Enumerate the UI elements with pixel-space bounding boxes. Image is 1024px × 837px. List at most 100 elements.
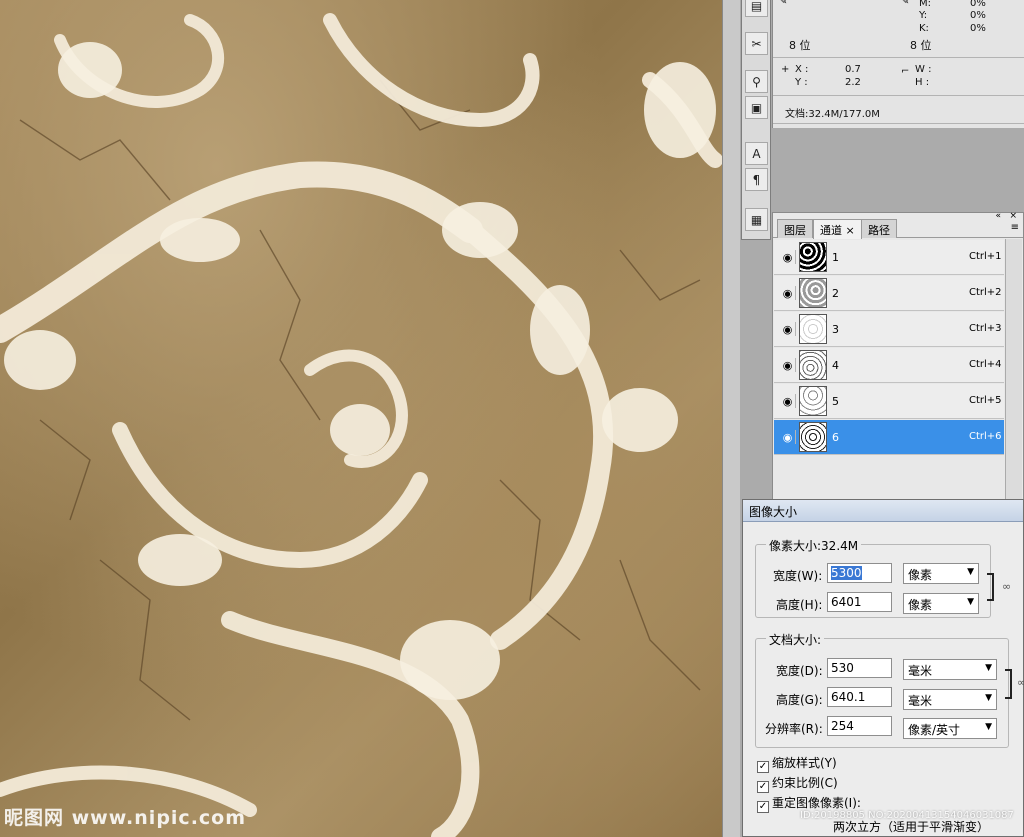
navigator-icon[interactable]: ▤ [745,0,768,17]
selection-size-icon: ⌐ [901,66,910,77]
eye-icon[interactable]: ◉ [780,322,796,336]
channel-shortcut: Ctrl+6 [969,431,1002,442]
crosshair-icon: + [781,64,790,75]
resolution-label: 分辨率(R): [765,722,823,736]
channel-name: 4 [832,359,839,372]
panel-tabs: 图层 通道 × 路径 ≡ [773,219,1023,239]
doc-width-unit-select[interactable]: 毫米 ▼ [903,659,997,680]
tab-paths[interactable]: 路径 [861,219,897,238]
channel-name: 6 [832,431,839,444]
chevron-down-icon: ▼ [985,663,992,673]
m-value: 0% [970,0,986,9]
damask-artwork [0,13,722,837]
canvas-scroll-gutter[interactable] [722,0,740,837]
doc-size-label: 文档大小: [766,631,825,648]
doc-height-input[interactable]: 640.1 [827,687,892,707]
channel-thumbnail [799,386,827,416]
document-canvas[interactable] [0,0,722,837]
y-value: 0% [970,10,986,21]
channel-row[interactable]: ◉ 1 Ctrl+1 [774,240,1004,275]
actions-icon[interactable]: ▣ [745,96,768,119]
channels-scrollbar[interactable] [1005,239,1022,501]
checkmark-icon[interactable]: ✓ [757,781,769,793]
tab-layers[interactable]: 图层 [777,219,813,238]
chevron-down-icon: ▼ [967,567,974,577]
channel-name: 2 [832,287,839,300]
constrain-bracket [1005,669,1012,699]
doc-width-input[interactable]: 530 [827,658,892,678]
eyedropper-icon: ✎ [901,0,910,7]
channel-shortcut: Ctrl+2 [969,287,1002,298]
doc-height-label: 高度(G): [776,693,823,707]
channel-name: 3 [832,323,839,336]
close-tab-icon[interactable]: × [846,224,855,237]
channel-name: 1 [832,251,839,264]
y-coord-label: Y : [795,77,808,88]
tab-channels[interactable]: 通道 × [813,219,862,239]
channel-thumbnail [799,278,827,308]
x-value: 0.7 [845,64,861,75]
dialog-title[interactable]: 图像大小 [743,500,1023,522]
height-unit-select[interactable]: 像素 ▼ [903,593,979,614]
scale-styles-checkbox[interactable]: ✓ 缩放样式(Y) [757,754,837,773]
resolution-input[interactable]: 254 [827,716,892,736]
eye-icon[interactable]: ◉ [780,358,796,372]
layer-comps-icon[interactable]: ▦ [745,208,768,231]
channel-shortcut: Ctrl+4 [969,359,1002,370]
brush-icon[interactable]: ✂ [745,32,768,55]
height-input[interactable]: 6401 [827,592,892,612]
watermark-logo: 昵图网 www.nipic.com [4,807,247,829]
bit-depth-right: 8 位 [910,39,932,52]
width-input[interactable]: 5300 [827,563,892,583]
x-label: X : [795,64,809,75]
channel-row[interactable]: ◉ 3 Ctrl+3 [774,312,1004,347]
resolution-unit-select[interactable]: 像素/英寸 ▼ [903,718,997,739]
height-label: 高度(H): [776,598,823,612]
constrain-bracket [987,573,994,601]
eye-icon[interactable]: ◉ [780,394,796,408]
pixel-size-label: 像素大小:32.4M [766,537,862,554]
chevron-down-icon: ▼ [985,722,992,732]
channel-thumbnail [799,242,827,272]
k-label: K: [919,23,929,34]
h-label: H : [915,77,930,88]
character-icon[interactable]: A [745,142,768,165]
channel-row[interactable]: ◉ 4 Ctrl+4 [774,348,1004,383]
eye-icon[interactable]: ◉ [780,286,796,300]
channel-shortcut: Ctrl+5 [969,395,1002,406]
eye-icon[interactable]: ◉ [780,430,796,444]
clone-source-icon[interactable]: ⚲ [745,70,768,93]
checkmark-icon[interactable]: ✓ [757,801,769,813]
link-chain-icon: ∞ [1017,676,1024,689]
panel-menu-icon[interactable]: ≡ [1011,222,1019,233]
eye-icon[interactable]: ◉ [780,250,796,264]
channel-shortcut: Ctrl+3 [969,323,1002,334]
y-label: Y: [919,10,928,21]
checkmark-icon[interactable]: ✓ [757,761,769,773]
channel-row-selected[interactable]: ◉ 6 Ctrl+6 [774,420,1004,455]
m-label: M: [919,0,931,9]
channel-name: 5 [832,395,839,408]
channel-row[interactable]: ◉ 2 Ctrl+2 [774,276,1004,311]
image-size-dialog: 图像大小 像素大小:32.4M 宽度(W): 5300 像素 ▼ 高度(H): 6… [742,499,1024,837]
constrain-proportions-checkbox[interactable]: ✓ 约束比例(C) [757,774,838,793]
doc-width-label: 宽度(D): [776,664,823,678]
info-panel: ✎ ✎ M: 0% Y: 0% K: 0% 8 位 8 位 + X : 0.7 … [772,0,1024,128]
width-label: 宽度(W): [773,569,823,583]
eyedropper-icon: ✎ [779,0,788,7]
paragraph-icon[interactable]: ¶ [745,168,768,191]
doc-height-unit-select[interactable]: 毫米 ▼ [903,689,997,710]
bit-depth-left: 8 位 [789,39,811,52]
channel-thumbnail [799,422,827,452]
chevron-down-icon: ▼ [985,693,992,703]
document-size: 文档:32.4M/177.0M [785,109,880,120]
channel-shortcut: Ctrl+1 [969,251,1002,262]
width-unit-select[interactable]: 像素 ▼ [903,563,979,584]
channels-panel: « × 图层 通道 × 路径 ≡ ◉ 1 Ctrl+1 ◉ 2 Ctrl+2 ◉… [772,211,1024,502]
channel-thumbnail [799,350,827,380]
w-label: W : [915,64,932,75]
link-chain-icon: ∞ [1002,580,1012,593]
k-value: 0% [970,23,986,34]
channel-thumbnail [799,314,827,344]
channel-row[interactable]: ◉ 5 Ctrl+5 [774,384,1004,419]
